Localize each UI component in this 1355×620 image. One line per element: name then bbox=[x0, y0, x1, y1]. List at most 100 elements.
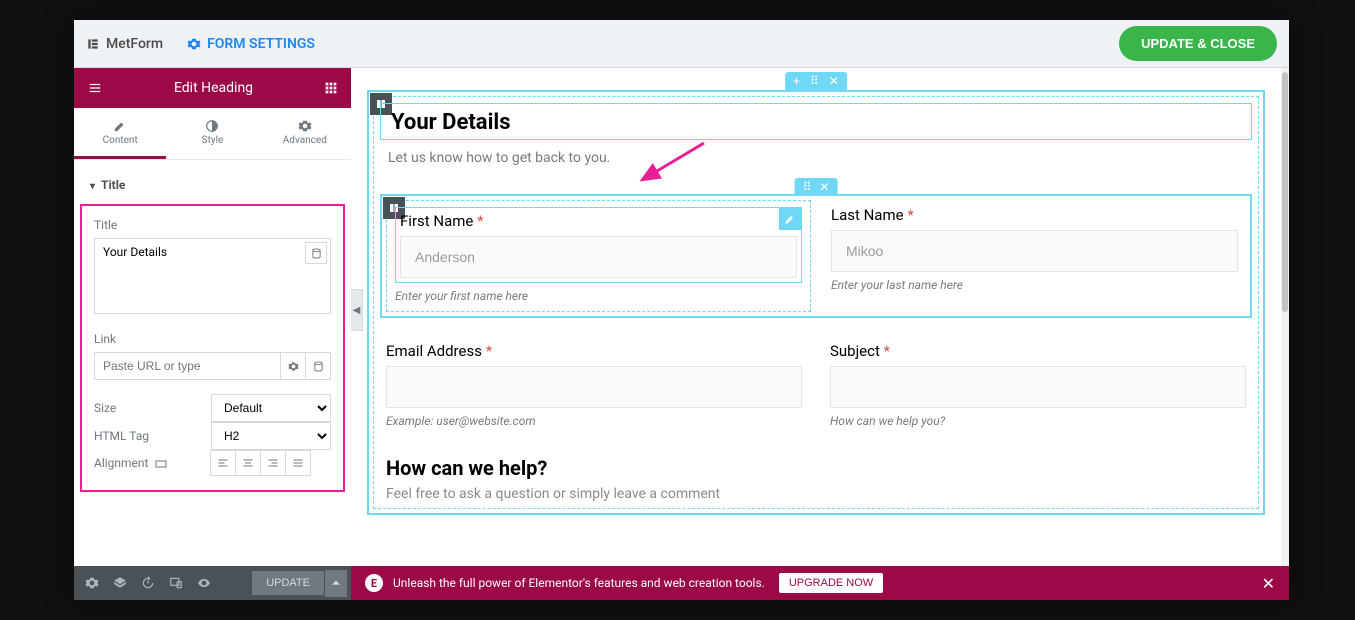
email-input[interactable] bbox=[386, 366, 802, 408]
htmltag-select[interactable]: H2 bbox=[211, 422, 331, 450]
title-input[interactable]: Your Details bbox=[94, 238, 331, 314]
apps-icon[interactable] bbox=[323, 80, 339, 96]
section-handle[interactable]: + ⠿ ✕ bbox=[785, 72, 847, 90]
alignment-label: Alignment bbox=[94, 456, 211, 470]
editor-modal: MetForm FORM SETTINGS UPDATE & CLOSE Edi… bbox=[74, 20, 1289, 600]
database-icon bbox=[311, 248, 322, 259]
gear-icon bbox=[298, 119, 312, 133]
heading-widget[interactable]: Your Details bbox=[380, 103, 1252, 140]
link-options-button[interactable] bbox=[280, 352, 306, 380]
sidebar-content: Title Title Your Details Link bbox=[74, 160, 351, 566]
delete-section-icon[interactable]: ✕ bbox=[829, 74, 839, 88]
align-left-button[interactable] bbox=[210, 450, 236, 476]
align-justify-icon bbox=[292, 457, 304, 469]
link-dynamic-button[interactable] bbox=[305, 352, 331, 380]
add-section-icon[interactable]: + bbox=[793, 74, 800, 88]
pencil-icon bbox=[113, 119, 127, 133]
sidebar-tabs: Content Style Advanced bbox=[74, 108, 351, 160]
edit-inner-section-icon[interactable]: ⠿ bbox=[803, 180, 812, 194]
preview-button[interactable] bbox=[190, 569, 218, 597]
column-email[interactable]: Email Address * Example: user@website.co… bbox=[386, 342, 802, 428]
tab-style[interactable]: Style bbox=[166, 108, 258, 159]
responsive-icon bbox=[169, 576, 183, 590]
canvas: + ⠿ ✕ Your Details Let us know how to ge… bbox=[351, 68, 1289, 600]
column-first-name[interactable]: First Name * Enter your first name here bbox=[386, 200, 811, 312]
promo-text: Unleash the full power of Elementor's fe… bbox=[393, 576, 765, 590]
align-justify-button[interactable] bbox=[285, 450, 311, 476]
tab-style-label: Style bbox=[202, 135, 224, 146]
caret-up-icon bbox=[332, 579, 340, 587]
last-name-input[interactable] bbox=[831, 230, 1238, 272]
first-name-widget[interactable]: First Name * bbox=[395, 207, 802, 283]
eye-icon bbox=[197, 576, 211, 590]
topbar: MetForm FORM SETTINGS UPDATE & CLOSE bbox=[74, 20, 1289, 68]
link-label: Link bbox=[94, 332, 331, 346]
help-heading: How can we help? bbox=[386, 456, 1246, 480]
size-select[interactable]: Default bbox=[211, 394, 331, 422]
edit-section-icon[interactable]: ⠿ bbox=[810, 74, 819, 88]
contrast-icon bbox=[205, 119, 219, 133]
form-settings-label: FORM SETTINGS bbox=[207, 36, 315, 52]
column-last-name[interactable]: Last Name * Enter your last name here bbox=[823, 200, 1246, 312]
form-subtext: Let us know how to get back to you. bbox=[380, 146, 1252, 172]
subject-label: Subject * bbox=[830, 342, 1246, 360]
tab-content-label: Content bbox=[103, 135, 138, 146]
inner-section-handle[interactable]: ⠿ ✕ bbox=[795, 178, 838, 196]
section-main[interactable]: + ⠿ ✕ Your Details Let us know how to ge… bbox=[367, 90, 1265, 515]
history-button[interactable] bbox=[134, 569, 162, 597]
help-subtext: Feel free to ask a question or simply le… bbox=[386, 486, 1246, 502]
canvas-scroll[interactable]: + ⠿ ✕ Your Details Let us know how to ge… bbox=[351, 68, 1281, 566]
sidebar-header: Edit Heading bbox=[74, 68, 351, 108]
sidebar-footer: UPDATE bbox=[74, 566, 351, 600]
scrollbar[interactable] bbox=[1281, 68, 1289, 566]
email-help: Example: user@website.com bbox=[386, 414, 802, 428]
elementor-icon bbox=[86, 37, 100, 51]
size-label: Size bbox=[94, 401, 211, 415]
inner-section-names[interactable]: ⠿ ✕ First Name * Enter your fir bbox=[380, 194, 1252, 318]
dynamic-tags-button[interactable] bbox=[305, 242, 327, 264]
controls-highlight: Title Your Details Link bbox=[80, 204, 345, 492]
responsive-button[interactable] bbox=[162, 569, 190, 597]
email-label: Email Address * bbox=[386, 342, 802, 360]
delete-inner-section-icon[interactable]: ✕ bbox=[819, 180, 829, 194]
title-label: Title bbox=[94, 218, 331, 232]
first-name-input[interactable] bbox=[400, 236, 797, 278]
tab-advanced[interactable]: Advanced bbox=[259, 108, 351, 159]
subject-input[interactable] bbox=[830, 366, 1246, 408]
database-icon bbox=[313, 361, 324, 372]
tab-advanced-label: Advanced bbox=[283, 135, 327, 146]
column-main[interactable]: Your Details Let us know how to get back… bbox=[373, 96, 1259, 509]
logo-text: MetForm bbox=[106, 36, 163, 52]
menu-icon[interactable] bbox=[86, 81, 104, 95]
settings-button[interactable] bbox=[78, 569, 106, 597]
subject-help: How can we help you? bbox=[830, 414, 1246, 428]
pencil-icon bbox=[784, 213, 796, 225]
htmltag-label: HTML Tag bbox=[94, 429, 211, 443]
upgrade-now-button[interactable]: UPGRADE NOW bbox=[779, 573, 883, 593]
layers-icon bbox=[113, 576, 127, 590]
align-right-button[interactable] bbox=[260, 450, 286, 476]
elementor-badge-icon: E bbox=[365, 574, 383, 592]
update-close-button[interactable]: UPDATE & CLOSE bbox=[1119, 26, 1277, 61]
align-right-icon bbox=[267, 457, 279, 469]
update-options-button[interactable] bbox=[325, 570, 347, 597]
update-button[interactable]: UPDATE bbox=[252, 571, 324, 595]
history-icon bbox=[141, 576, 155, 590]
section-title[interactable]: Title bbox=[74, 170, 351, 200]
desktop-icon bbox=[155, 459, 167, 469]
link-input[interactable] bbox=[94, 352, 281, 380]
collapse-panel-button[interactable]: ◀ bbox=[351, 289, 363, 331]
close-promo-button[interactable]: ✕ bbox=[1262, 574, 1275, 593]
first-name-label: First Name * bbox=[400, 212, 797, 230]
gear-icon bbox=[288, 361, 299, 372]
navigator-button[interactable] bbox=[106, 569, 134, 597]
form-settings-link[interactable]: FORM SETTINGS bbox=[187, 36, 315, 52]
last-name-help: Enter your last name here bbox=[831, 278, 1238, 292]
sidebar: Edit Heading Content Style Advanced bbox=[74, 68, 351, 600]
align-left-icon bbox=[217, 457, 229, 469]
column-subject[interactable]: Subject * How can we help you? bbox=[830, 342, 1246, 428]
align-center-button[interactable] bbox=[235, 450, 261, 476]
gear-icon bbox=[85, 576, 99, 590]
edit-widget-button[interactable] bbox=[779, 208, 801, 230]
tab-content[interactable]: Content bbox=[74, 108, 166, 159]
